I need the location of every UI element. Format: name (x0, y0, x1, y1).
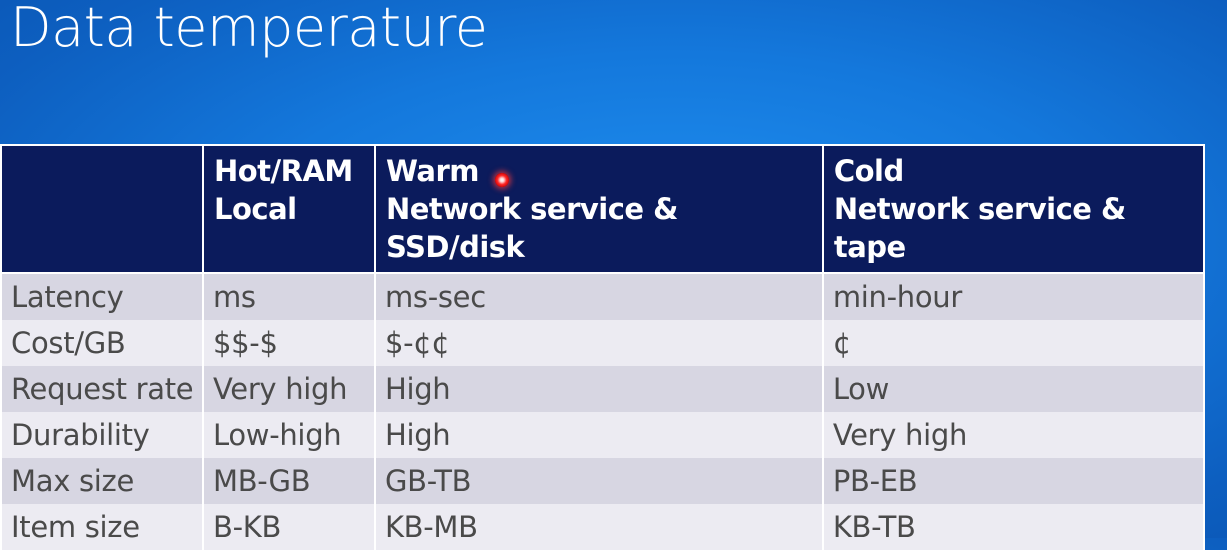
cold-cell: Very high (821, 412, 1206, 458)
table-row: Max size MB-GB GB-TB PB-EB (0, 458, 1206, 504)
row-label: Cost/GB (0, 320, 204, 366)
header-hot-subtitle: Local (213, 192, 297, 226)
hot-cell: $$-$ (201, 320, 376, 366)
header-cold-title: Cold (833, 154, 904, 188)
table-row: Durability Low-high High Very high (0, 412, 1206, 458)
cold-cell: ¢ (821, 320, 1206, 366)
header-warm-title: Warm (385, 154, 480, 188)
header-hot: Hot/RAM Local (201, 144, 376, 274)
header-cold-subtitle: Network service & tape (833, 192, 1127, 264)
warm-cell: High (373, 366, 824, 412)
row-label: Durability (0, 412, 204, 458)
header-empty-cell (0, 144, 204, 274)
header-cold: Cold Network service & tape (821, 144, 1206, 274)
warm-cell: $-¢¢ (373, 320, 824, 366)
cold-cell: KB-TB (821, 504, 1206, 550)
row-label: Request rate (0, 366, 204, 412)
hot-cell: Very high (201, 366, 376, 412)
table-row: Item size B-KB KB-MB KB-TB (0, 504, 1206, 550)
hot-cell: B-KB (201, 504, 376, 550)
cold-cell: Low (821, 366, 1206, 412)
warm-cell: ms-sec (373, 273, 824, 320)
cold-cell: min-hour (821, 273, 1206, 320)
warm-cell: KB-MB (373, 504, 824, 550)
row-label: Max size (0, 458, 204, 504)
warm-cell: GB-TB (373, 458, 824, 504)
table-row: Cost/GB $$-$ $-¢¢ ¢ (0, 320, 1206, 366)
header-warm: Warm Network service & SSD/disk (373, 144, 824, 274)
hot-cell: ms (201, 273, 376, 320)
hot-cell: Low-high (201, 412, 376, 458)
header-warm-subtitle: Network service & SSD/disk (385, 192, 679, 264)
laser-pointer-dot (495, 173, 509, 187)
data-temperature-table: Hot/RAM Local Warm Network service & SSD… (0, 144, 1206, 550)
table-header-row: Hot/RAM Local Warm Network service & SSD… (0, 144, 1206, 274)
row-label: Latency (0, 273, 204, 320)
header-hot-title: Hot/RAM (213, 154, 353, 188)
warm-cell: High (373, 412, 824, 458)
table-row: Latency ms ms-sec min-hour (0, 273, 1206, 320)
cold-cell: PB-EB (821, 458, 1206, 504)
hot-cell: MB-GB (201, 458, 376, 504)
row-label: Item size (0, 504, 204, 550)
table-row: Request rate Very high High Low (0, 366, 1206, 412)
slide-title: Data temperature (10, 0, 488, 59)
